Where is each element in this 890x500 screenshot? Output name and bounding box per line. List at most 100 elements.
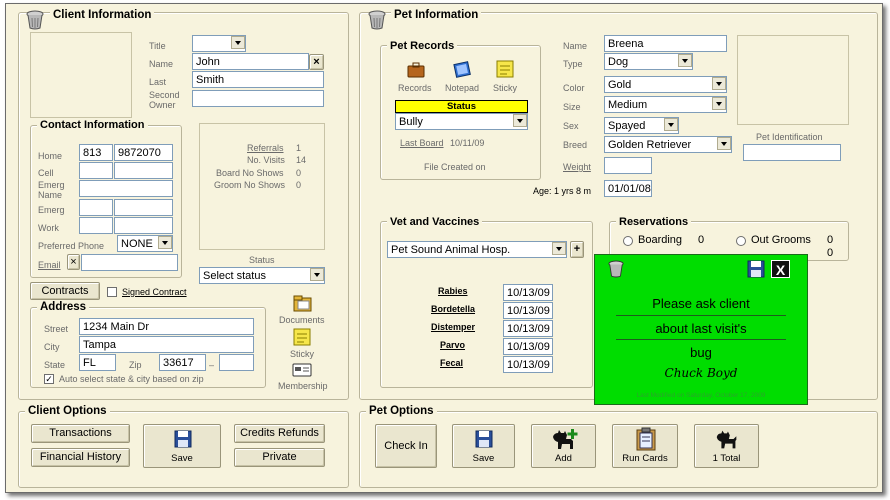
home-phone-field[interactable]: 9872070 — [114, 144, 173, 161]
chevron-down-icon[interactable] — [717, 137, 731, 150]
emerg-name-label: Emerg Name — [38, 180, 65, 200]
vaccine-rabies-date[interactable]: 10/13/09 — [503, 284, 553, 301]
out-grooms-label: Out Grooms — [751, 234, 811, 246]
pet-color-select[interactable]: Gold — [604, 76, 727, 93]
chevron-down-icon[interactable] — [310, 268, 324, 281]
vaccine-distemper-date[interactable]: 10/13/09 — [503, 320, 553, 337]
chevron-down-icon[interactable] — [513, 114, 527, 127]
sticky-note-icon[interactable] — [293, 328, 311, 346]
out-grooms-radio[interactable] — [736, 236, 746, 246]
pet-size-select[interactable]: Medium — [604, 96, 727, 113]
transactions-button[interactable]: Transactions — [31, 424, 130, 443]
last-board-link[interactable]: Last Board — [400, 138, 444, 148]
chevron-down-icon[interactable] — [664, 118, 678, 131]
boarding-radio[interactable] — [623, 236, 633, 246]
sticky-note-icon[interactable] — [496, 60, 514, 78]
chevron-down-icon[interactable] — [678, 54, 692, 67]
first-name-field[interactable]: John — [192, 53, 309, 70]
sticky-label[interactable]: Sticky — [290, 349, 314, 360]
emerg-name-field[interactable] — [79, 180, 173, 197]
pet-save-button[interactable]: Save — [452, 424, 515, 468]
vaccine-bordetella-date[interactable]: 10/13/09 — [503, 302, 553, 319]
pet-dob-field[interactable]: 01/01/08 — [604, 180, 652, 197]
records-label[interactable]: Records — [398, 83, 432, 94]
client-photo-box[interactable] — [30, 32, 132, 118]
add-vet-button[interactable]: + — [570, 241, 584, 258]
second-owner-field[interactable] — [192, 90, 324, 107]
pet-type-label: Type — [563, 59, 583, 69]
chevron-down-icon[interactable] — [712, 77, 726, 90]
clear-email-button[interactable]: × — [67, 254, 80, 270]
sticky-close-button[interactable]: X — [771, 260, 790, 278]
add-pet-button[interactable]: Add — [531, 424, 596, 468]
private-button[interactable]: Private — [234, 448, 325, 467]
check-in-button[interactable]: Check In — [375, 424, 437, 468]
total-pets-button[interactable]: 1 Total — [694, 424, 759, 468]
sticky-note-popup[interactable]: X Please ask client about last visit's b… — [594, 254, 808, 405]
trash-icon[interactable] — [368, 10, 386, 30]
vaccine-bordetella-link[interactable]: Bordetella — [431, 304, 475, 314]
signed-contract-label[interactable]: Signed Contract — [122, 287, 187, 297]
contracts-button[interactable]: Contracts — [30, 282, 100, 300]
membership-card-icon[interactable] — [292, 362, 312, 378]
notepad-label[interactable]: Notepad — [445, 83, 479, 94]
emerg-phone-field[interactable] — [114, 199, 173, 216]
trash-icon[interactable] — [608, 260, 624, 278]
pet-weight-field[interactable] — [604, 157, 652, 174]
client-save-button[interactable]: Save — [143, 424, 221, 468]
chevron-down-icon[interactable] — [231, 36, 245, 49]
boarding-label: Boarding — [638, 234, 683, 246]
cell-area-field[interactable] — [79, 162, 113, 179]
visits-value: 14 — [296, 155, 307, 165]
work-phone-field[interactable] — [114, 217, 173, 234]
client-status-select[interactable]: Select status — [199, 267, 325, 284]
trash-icon[interactable] — [26, 10, 44, 30]
vaccine-rabies-link[interactable]: Rabies — [438, 286, 468, 296]
sticky-label[interactable]: Sticky — [493, 83, 517, 94]
referrals-link[interactable]: Referrals — [247, 143, 284, 153]
zip-ext-field[interactable] — [219, 354, 254, 371]
vaccine-fecal-date[interactable]: 10/13/09 — [503, 356, 553, 373]
zip-field[interactable]: 33617 — [159, 354, 206, 371]
state-field[interactable]: FL — [79, 354, 116, 371]
records-briefcase-icon[interactable] — [406, 61, 426, 79]
membership-label[interactable]: Membership — [278, 381, 328, 392]
notepad-icon[interactable] — [453, 60, 473, 78]
save-icon[interactable] — [747, 260, 765, 278]
pet-breed-select[interactable]: Golden Retriever — [604, 136, 732, 153]
financial-history-button[interactable]: Financial History — [31, 448, 130, 467]
documents-label[interactable]: Documents — [279, 315, 325, 326]
chevron-down-icon[interactable] — [158, 236, 172, 249]
email-field[interactable] — [81, 254, 178, 271]
auto-select-checkbox[interactable]: ✓ — [44, 374, 54, 384]
sticky-line-2: about last visit's — [655, 321, 747, 336]
vaccine-parvo-link[interactable]: Parvo — [440, 340, 465, 350]
vet-select[interactable]: Pet Sound Animal Hosp. — [387, 241, 567, 258]
chevron-down-icon[interactable] — [552, 242, 566, 255]
pet-photo-box[interactable] — [737, 35, 849, 125]
street-field[interactable]: 1234 Main Dr — [79, 318, 254, 335]
vaccine-parvo-date[interactable]: 10/13/09 — [503, 338, 553, 355]
pet-name-field[interactable]: Breena — [604, 35, 727, 52]
credits-refunds-button[interactable]: Credits Refunds — [234, 424, 325, 443]
vaccine-fecal-link[interactable]: Fecal — [440, 358, 463, 368]
sticky-line-1: Please ask client — [652, 296, 750, 311]
vet-title: Vet and Vaccines — [387, 216, 483, 229]
city-field[interactable]: Tampa — [79, 336, 254, 353]
clear-name-button[interactable]: × — [309, 54, 324, 70]
signed-contract-checkbox[interactable] — [107, 287, 117, 297]
cell-phone-field[interactable] — [114, 162, 173, 179]
email-link[interactable]: Email — [38, 260, 61, 270]
vaccine-distemper-link[interactable]: Distemper — [431, 322, 475, 332]
boarding-value: 0 — [698, 234, 705, 246]
run-cards-button[interactable]: Run Cards — [612, 424, 678, 468]
work-area-field[interactable] — [79, 217, 113, 234]
documents-icon[interactable] — [293, 294, 313, 312]
chevron-down-icon[interactable] — [712, 97, 726, 110]
last-name-field[interactable]: Smith — [192, 71, 324, 88]
pet-id-field[interactable] — [743, 144, 841, 161]
pet-status-select[interactable]: Bully — [395, 113, 528, 130]
home-area-field[interactable]: 813 — [79, 144, 113, 161]
emerg-area-field[interactable] — [79, 199, 113, 216]
weight-link[interactable]: Weight — [563, 162, 591, 172]
